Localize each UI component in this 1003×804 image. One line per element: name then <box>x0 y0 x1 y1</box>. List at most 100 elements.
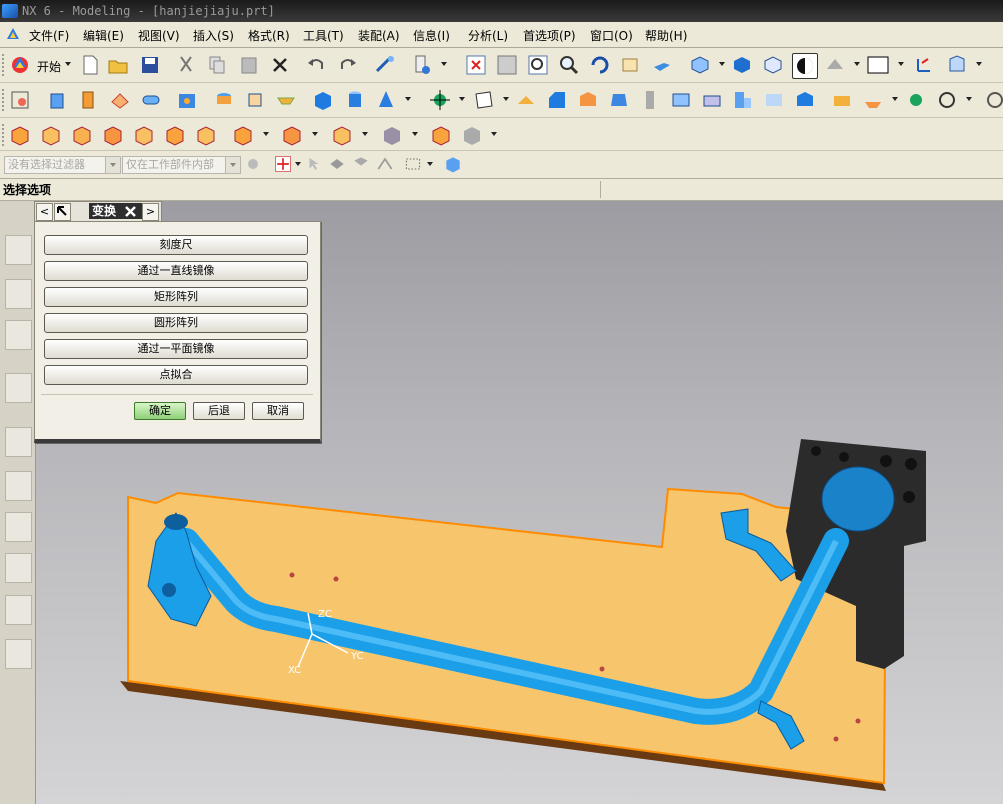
orient-view-icon[interactable] <box>688 53 712 77</box>
start-dropdown-icon[interactable] <box>65 62 71 66</box>
primitives-dropdown-icon[interactable] <box>405 97 411 101</box>
section-view-icon[interactable] <box>945 53 969 77</box>
draft-icon[interactable] <box>607 88 631 112</box>
chevron-down-icon[interactable] <box>225 157 240 173</box>
snap-dropdown-icon[interactable] <box>295 162 301 166</box>
scale-body-icon[interactable] <box>861 88 885 112</box>
selection-scope-select[interactable]: 仅在工作部件内部 <box>122 156 241 174</box>
assembly-select-icon[interactable] <box>243 154 263 174</box>
revolve-icon[interactable] <box>77 88 101 112</box>
arrow-cursor-icon[interactable] <box>305 154 323 174</box>
cylinder-icon[interactable] <box>343 88 367 112</box>
rectangle-select-dropdown-icon[interactable] <box>427 162 433 166</box>
save-icon[interactable] <box>138 53 162 77</box>
orient-view-dropdown-icon[interactable] <box>719 62 725 66</box>
block-icon[interactable] <box>311 88 335 112</box>
cone-icon[interactable] <box>374 88 398 112</box>
component-array-icon[interactable] <box>70 123 94 147</box>
pad-icon[interactable] <box>274 88 298 112</box>
sketch-icon[interactable] <box>8 88 32 112</box>
zoom-icon[interactable] <box>557 53 581 77</box>
back-button[interactable]: 后退 <box>193 402 245 420</box>
pin-arrow-icon[interactable] <box>54 203 71 221</box>
option-point-fit[interactable]: 点拟合 <box>44 365 308 385</box>
mirror-assembly-icon[interactable] <box>101 123 125 147</box>
nx-menu-icon[interactable] <box>5 26 21 42</box>
datum-dropdown-icon[interactable] <box>459 97 465 101</box>
select-body-icon[interactable] <box>351 154 371 174</box>
part-navigator-tab[interactable] <box>5 320 32 350</box>
clearance-dropdown-icon[interactable] <box>412 132 418 136</box>
tube-icon[interactable] <box>139 88 163 112</box>
snap-icon[interactable] <box>983 88 1003 112</box>
perspective-icon[interactable] <box>650 53 674 77</box>
menu-view[interactable]: 视图(V) <box>138 27 180 44</box>
menu-format[interactable]: 格式(R) <box>248 27 290 44</box>
close-icon[interactable] <box>123 204 138 219</box>
system-scenes-tab[interactable] <box>5 639 32 669</box>
web-browser-tab[interactable] <box>5 373 32 403</box>
type-filter-select[interactable]: 没有选择过滤器 <box>4 156 121 174</box>
trim-body-icon[interactable] <box>669 88 693 112</box>
assembly-sequence-icon[interactable] <box>429 123 453 147</box>
intersect-icon[interactable] <box>793 88 817 112</box>
new-component-icon[interactable] <box>39 123 63 147</box>
cut-icon[interactable] <box>174 53 198 77</box>
wireframe-icon[interactable] <box>761 53 785 77</box>
start-label[interactable]: 开始 <box>37 58 61 75</box>
background-color-icon[interactable] <box>866 53 890 77</box>
wcs-icon[interactable] <box>912 53 936 77</box>
ok-button[interactable]: 确定 <box>134 402 186 420</box>
select-edge-icon[interactable] <box>375 154 395 174</box>
history-tab[interactable] <box>5 427 32 457</box>
assembly-constraints-icon[interactable] <box>194 123 218 147</box>
section-dropdown-icon[interactable] <box>976 62 982 66</box>
zoom-window-icon[interactable] <box>495 53 519 77</box>
pan-icon[interactable] <box>619 53 643 77</box>
curve-info-icon[interactable] <box>935 88 959 112</box>
undo-icon[interactable] <box>304 53 328 77</box>
offset-face-icon[interactable] <box>830 88 854 112</box>
information-dropdown-icon[interactable] <box>441 62 447 66</box>
datum-plane-icon[interactable] <box>472 88 496 112</box>
option-scale[interactable]: 刻度尺 <box>44 235 308 255</box>
edge-display-dropdown-icon[interactable] <box>854 62 860 66</box>
exploded-dropdown-icon[interactable] <box>263 132 269 136</box>
edge-display-icon[interactable] <box>823 53 847 77</box>
toolbar-grip[interactable] <box>2 54 7 76</box>
menu-assemblies[interactable]: 装配(A) <box>358 27 400 44</box>
menu-window[interactable]: 窗口(O) <box>590 27 633 44</box>
new-file-icon[interactable] <box>78 53 102 77</box>
select-feature-icon[interactable] <box>327 154 347 174</box>
select-all-icon[interactable] <box>443 154 463 174</box>
menu-file[interactable]: 文件(F) <box>29 27 69 44</box>
boss-icon[interactable] <box>212 88 236 112</box>
clearance-icon[interactable] <box>380 123 404 147</box>
snap-point-icon[interactable] <box>273 154 293 174</box>
zoom-box-icon[interactable] <box>526 53 550 77</box>
menu-analysis[interactable]: 分析(L) <box>468 27 508 44</box>
rotate-icon[interactable] <box>588 53 612 77</box>
menu-information[interactable]: 信息(I) <box>413 27 450 44</box>
menu-preferences[interactable]: 首选项(P) <box>523 27 576 44</box>
repeat-command-icon[interactable] <box>373 53 397 77</box>
chevron-down-icon[interactable] <box>105 157 120 173</box>
toolbar-grip[interactable] <box>2 124 7 146</box>
option-mirror-through-plane[interactable]: 通过一平面镜像 <box>44 339 308 359</box>
move-component-icon[interactable] <box>163 123 187 147</box>
pocket-icon[interactable] <box>243 88 267 112</box>
background-dropdown-icon[interactable] <box>898 62 904 66</box>
wave-dropdown-icon[interactable] <box>362 132 368 136</box>
shaded-icon[interactable] <box>730 53 754 77</box>
copy-icon[interactable] <box>205 53 229 77</box>
edge-blend-icon[interactable] <box>514 88 538 112</box>
menu-edit[interactable]: 编辑(E) <box>83 27 124 44</box>
wave-link-icon[interactable] <box>330 123 354 147</box>
cancel-button[interactable]: 取消 <box>252 402 304 420</box>
assembly-navigator-tab[interactable] <box>5 235 32 265</box>
rectangle-select-icon[interactable] <box>403 154 423 174</box>
constraint-navigator-tab[interactable] <box>5 279 32 309</box>
option-rectangular-array[interactable]: 矩形阵列 <box>44 287 308 307</box>
option-mirror-through-line[interactable]: 通过一直线镜像 <box>44 261 308 281</box>
chamfer-icon[interactable] <box>545 88 569 112</box>
